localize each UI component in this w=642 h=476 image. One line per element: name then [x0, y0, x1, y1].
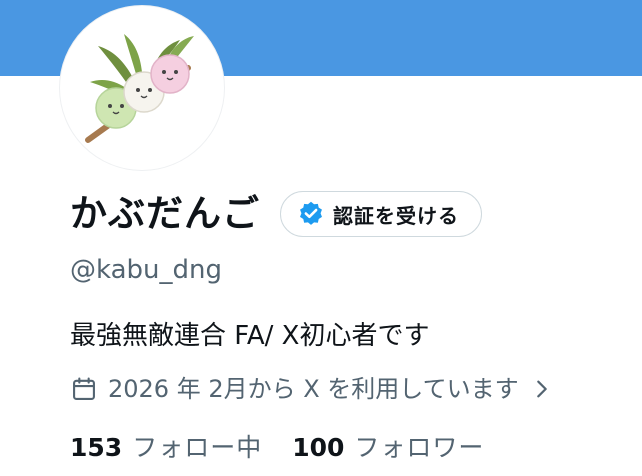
follow-stats: 153 フォロー中 100 フォロワー — [70, 430, 484, 466]
dango-avatar-image — [64, 10, 220, 166]
calendar-icon — [70, 375, 98, 403]
joined-text: 2026 年 2月から X を利用しています — [108, 375, 519, 403]
following-link[interactable]: 153 フォロー中 — [70, 430, 262, 466]
followers-count: 100 — [292, 433, 345, 462]
verified-badge-icon — [297, 200, 325, 228]
name-row: かぶだんご 認証を受ける — [70, 188, 482, 240]
get-verified-label: 認証を受ける — [333, 203, 459, 228]
profile-handle: @kabu_dng — [70, 255, 223, 285]
following-label: フォロー中 — [132, 433, 263, 462]
display-name: かぶだんご — [70, 192, 260, 235]
profile-bio: 最強無敵連合 FA/ X初心者です — [70, 321, 430, 351]
joined-date-row[interactable]: 2026 年 2月から X を利用しています — [70, 371, 553, 407]
following-count: 153 — [70, 433, 123, 462]
chevron-right-icon — [531, 378, 553, 400]
profile-avatar[interactable] — [60, 6, 224, 170]
followers-label: フォロワー — [354, 433, 485, 462]
get-verified-button[interactable]: 認証を受ける — [280, 191, 482, 237]
followers-link[interactable]: 100 フォロワー — [292, 430, 484, 466]
